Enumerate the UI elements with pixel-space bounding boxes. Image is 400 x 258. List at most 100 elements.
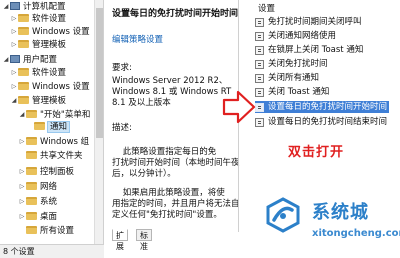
tree-item-shared-folders[interactable]: 共享文件夹: [26, 150, 83, 163]
folder-icon: [18, 81, 29, 90]
setting-label: 设置每日的免打扰时间结束时间: [268, 117, 388, 127]
folder-icon: [26, 166, 37, 175]
policy-setting-icon: [255, 46, 264, 55]
watermark-url: xitongcheng.com: [312, 228, 400, 239]
setting-row[interactable]: 免打扰时间期间关闭呼叫: [255, 16, 362, 28]
policy-setting-icon: [255, 18, 264, 27]
expand-arrow-icon[interactable]: ▷: [10, 25, 18, 38]
collapse-arrow-icon[interactable]: ◢: [18, 108, 26, 121]
expand-arrow-icon[interactable]: ▷: [18, 210, 26, 223]
collapse-arrow-icon[interactable]: ◢: [2, 0, 10, 13]
setting-row[interactable]: 设置每日的免打扰时间结束时间: [255, 116, 387, 128]
folder-icon: [18, 39, 29, 48]
setting-label: 关闭 Toast 通知: [268, 87, 330, 97]
expand-arrow-icon[interactable]: ▷: [18, 180, 26, 193]
folder-icon: [26, 211, 37, 220]
folder-icon: [26, 225, 37, 234]
tree-item-desktop[interactable]: ▷ 桌面: [18, 210, 57, 223]
folder-icon: [26, 150, 37, 159]
setting-label: 设置每日的免打扰时间开始时间: [268, 102, 388, 112]
folder-icon: [34, 121, 45, 130]
red-arrow-icon: [222, 90, 256, 124]
tree-item-network[interactable]: ▷ 网络: [18, 180, 57, 193]
folder-icon: [26, 136, 37, 145]
scrollbar-thumb[interactable]: [96, 8, 103, 138]
settings-column-header[interactable]: 设置: [258, 2, 275, 14]
folder-icon: [26, 196, 37, 205]
tree-item-label: Windows 设置: [32, 27, 90, 37]
tree-item-label: 所有设置: [40, 226, 75, 236]
policy-setting-icon: [255, 74, 264, 83]
expand-arrow-icon[interactable]: ▷: [10, 80, 18, 93]
tree-item-user-software-settings[interactable]: ▷ 软件设置: [10, 66, 66, 79]
edit-policy-link[interactable]: 编辑策略设置: [112, 33, 240, 45]
tree-item-user-config[interactable]: ◢ 用户配置: [2, 53, 57, 66]
setting-label: 关闭免打扰时间: [268, 59, 328, 69]
folder-icon: [18, 95, 29, 104]
edit-policy-link-label[interactable]: 编辑策略设置: [112, 35, 163, 45]
tree-item-label: "开始"菜单和: [40, 110, 91, 120]
setting-label: 关闭所有通知: [268, 73, 320, 83]
policy-setting-icon: [255, 60, 264, 69]
tree-item-label: 共享文件夹: [40, 151, 83, 161]
computer-icon: [10, 54, 20, 63]
setting-label: 在锁屏上关闭 Toast 通知: [268, 45, 364, 55]
setting-row[interactable]: 关闭所有通知: [255, 72, 319, 84]
folder-icon: [18, 26, 29, 35]
policy-setting-icon: [255, 103, 264, 112]
tree-item-label: 管理模板: [32, 96, 67, 106]
setting-row[interactable]: 关闭通知网络使用: [255, 30, 336, 42]
tree-item-label: 用户配置: [23, 55, 58, 65]
policy-setting-icon: [255, 88, 264, 97]
expand-arrow-icon[interactable]: ▷: [18, 135, 26, 148]
expand-arrow-icon[interactable]: ▷: [18, 195, 26, 208]
tree-item-system[interactable]: ▷ 系统: [18, 195, 57, 208]
watermark-brand: 系统城: [312, 202, 369, 223]
expand-arrow-icon[interactable]: ▷: [10, 12, 18, 25]
tree-item-all-settings[interactable]: 所有设置: [26, 225, 74, 238]
tree-item-software-settings[interactable]: ▷ 软件设置: [10, 12, 66, 25]
tree-item-label: 管理模板: [32, 40, 67, 50]
tree-scrollbar[interactable]: [94, 0, 103, 244]
collapse-arrow-icon[interactable]: ◢: [10, 94, 18, 107]
tree-item-label: 通知: [46, 121, 71, 133]
tree-item-label: 桌面: [40, 212, 58, 222]
policy-title: 设置每日的免打扰时间开始时间: [112, 9, 239, 19]
tree-item-label: 软件设置: [32, 68, 67, 78]
tree-item-admin-templates[interactable]: ▷ 管理模板: [10, 38, 66, 51]
description-pane: 设置每日的免打扰时间开始时间 编辑策略设置 要求: Windows Server…: [104, 0, 240, 232]
collapse-arrow-icon[interactable]: ◢: [2, 53, 10, 66]
setting-label: 关闭通知网络使用: [268, 31, 337, 41]
requirements-text: Windows Server 2012 R2、 Windows 8.1 或 Wi…: [112, 76, 232, 108]
setting-row-selected[interactable]: 设置每日的免打扰时间开始时间: [255, 101, 390, 113]
computer-icon: [10, 1, 20, 10]
tree-item-notifications[interactable]: 通知: [34, 121, 71, 134]
description-body-2: 如果启用此策略设置，将使 用指定的时间，并且用户将无法自 定义任何"免打扰时间"…: [112, 188, 240, 220]
setting-row[interactable]: 关闭 Toast 通知: [255, 86, 329, 98]
folder-icon: [18, 67, 29, 76]
tree-item-label: Windows 设置: [32, 82, 90, 92]
description-body-1: 此策略设置指定每日的免 打扰时间开始时间（本地时间午夜 后，以分钟计）。: [112, 147, 240, 179]
tree-item-control-panel[interactable]: ▷ 控制面板: [18, 165, 74, 178]
requirements-label: 要求:: [112, 63, 132, 73]
setting-row[interactable]: 在锁屏上关闭 Toast 通知: [255, 44, 363, 56]
expand-arrow-icon[interactable]: ▷: [18, 165, 26, 178]
tree-item-windows-components[interactable]: ▷ Windows 组: [18, 135, 89, 148]
tree-item-label: 计算机配置: [23, 2, 66, 12]
tree-item-user-admin-templates[interactable]: ◢ 管理模板: [10, 94, 66, 107]
tree-item-windows-settings[interactable]: ▷ Windows 设置: [10, 25, 90, 38]
double-click-annotation: 双击打开: [288, 145, 345, 160]
setting-row[interactable]: 关闭免打扰时间: [255, 58, 328, 70]
setting-label: 免打扰时间期间关闭呼叫: [268, 17, 362, 27]
folder-icon: [18, 13, 29, 22]
tab-extended[interactable]: 扩展: [112, 229, 128, 251]
expand-arrow-icon[interactable]: ▷: [10, 66, 18, 79]
status-bar: 8 个设置: [0, 244, 104, 258]
tree-item-label: 软件设置: [32, 14, 67, 24]
xitongcheng-logo-icon: [266, 197, 300, 233]
tree-item-start-menu[interactable]: ◢ "开始"菜单和: [18, 108, 90, 121]
expand-arrow-icon[interactable]: ▷: [10, 38, 18, 51]
tree-item-user-windows-settings[interactable]: ▷ Windows 设置: [10, 80, 90, 93]
tree-item-label: Windows 组: [40, 137, 90, 147]
tab-standard[interactable]: 标准: [136, 229, 152, 251]
